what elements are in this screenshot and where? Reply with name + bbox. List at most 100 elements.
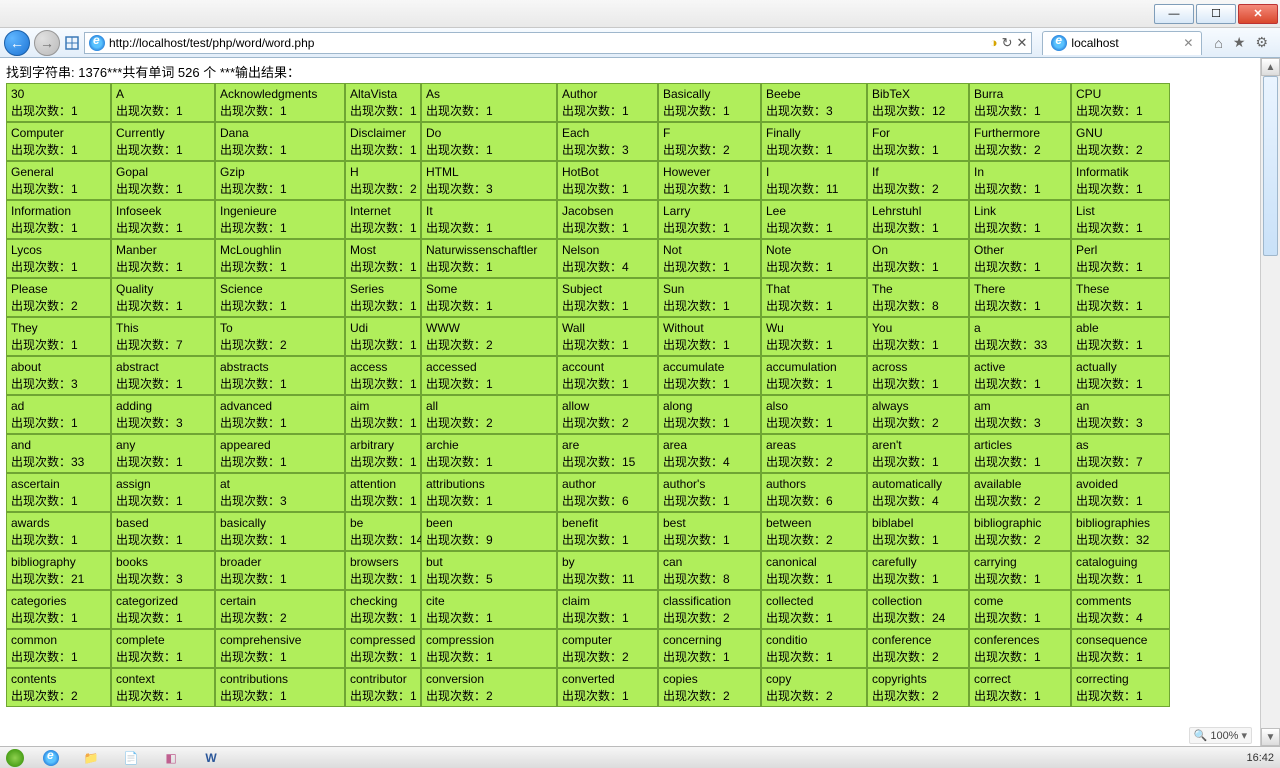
- word-cell: computer出现次数：2: [557, 629, 658, 668]
- word-count: 出现次数：1: [116, 532, 210, 548]
- stop-icon[interactable]: ✕: [1017, 35, 1028, 51]
- zoom-dropdown-icon[interactable]: ▾: [1241, 729, 1247, 742]
- vertical-scrollbar[interactable]: ▲ ▼: [1260, 58, 1280, 746]
- word-label: There: [974, 281, 1066, 297]
- word-cell: Other出现次数：1: [969, 239, 1071, 278]
- window-close-button[interactable]: [1238, 4, 1278, 24]
- word-label: certain: [220, 593, 340, 609]
- word-cell: General出现次数：1: [6, 161, 111, 200]
- word-cell: compression出现次数：1: [421, 629, 557, 668]
- compat-view-icon[interactable]: [64, 35, 80, 51]
- word-cell: conversion出现次数：2: [421, 668, 557, 707]
- word-label: best: [663, 515, 756, 531]
- word-cell: author's出现次数：1: [658, 473, 761, 512]
- word-label: computer: [562, 632, 653, 648]
- window-minimize-button[interactable]: [1154, 4, 1194, 24]
- word-count: 出现次数：1: [220, 571, 340, 587]
- word-cell: If出现次数：2: [867, 161, 969, 200]
- word-count: 出现次数：1: [116, 649, 210, 665]
- back-button[interactable]: ←: [4, 30, 30, 56]
- word-label: Not: [663, 242, 756, 258]
- word-label: along: [663, 398, 756, 414]
- taskbar-app-folder-icon[interactable]: 📁: [78, 749, 104, 767]
- word-label: comprehensive: [220, 632, 340, 648]
- window-maximize-button[interactable]: [1196, 4, 1236, 24]
- tools-icon[interactable]: ⚙: [1255, 34, 1268, 51]
- word-count: 出现次数：1: [426, 610, 552, 626]
- word-count: 出现次数：1: [11, 493, 106, 509]
- word-count: 出现次数：2: [426, 415, 552, 431]
- word-label: based: [116, 515, 210, 531]
- compat-icon[interactable]: ◑: [990, 35, 998, 50]
- word-label: broader: [220, 554, 340, 570]
- word-cell: active出现次数：1: [969, 356, 1071, 395]
- word-count: 出现次数：1: [350, 103, 416, 119]
- word-label: about: [11, 359, 106, 375]
- scroll-down-button[interactable]: ▼: [1261, 728, 1280, 746]
- taskbar-start-icon[interactable]: [6, 749, 24, 767]
- taskbar-app-word-icon[interactable]: W: [198, 749, 224, 767]
- word-label: cite: [426, 593, 552, 609]
- word-count: 出现次数：1: [663, 532, 756, 548]
- address-bar[interactable]: http://localhost/test/php/word/word.php …: [84, 32, 1032, 54]
- word-count: 出现次数：1: [562, 103, 653, 119]
- word-count: 出现次数：1: [872, 142, 964, 158]
- word-label: Lee: [766, 203, 862, 219]
- word-label: Series: [350, 281, 416, 297]
- word-label: correcting: [1076, 671, 1165, 687]
- word-count: 出现次数：3: [426, 181, 552, 197]
- word-count: 出现次数：1: [350, 610, 416, 626]
- word-count: 出现次数：1: [116, 376, 210, 392]
- word-label: am: [974, 398, 1066, 414]
- word-cell: area出现次数：4: [658, 434, 761, 473]
- word-count: 出现次数：1: [562, 298, 653, 314]
- word-count: 出现次数：1: [562, 688, 653, 704]
- word-label: AltaVista: [350, 86, 416, 102]
- scroll-up-button[interactable]: ▲: [1261, 58, 1280, 76]
- scroll-track[interactable]: [1261, 76, 1280, 728]
- word-cell: across出现次数：1: [867, 356, 969, 395]
- word-count: 出现次数：1: [350, 571, 416, 587]
- word-count: 出现次数：1: [1076, 649, 1165, 665]
- word-count: 出现次数：11: [562, 571, 653, 587]
- word-count: 出现次数：1: [350, 142, 416, 158]
- word-count: 出现次数：1: [116, 688, 210, 704]
- tab-localhost[interactable]: localhost ✕: [1042, 31, 1202, 55]
- word-label: Currently: [116, 125, 210, 141]
- word-cell: Beebe出现次数：3: [761, 83, 867, 122]
- word-label: Naturwissenschaftler: [426, 242, 552, 258]
- taskbar-app-ie-icon[interactable]: [38, 749, 64, 767]
- word-label: can: [663, 554, 756, 570]
- word-label: I: [766, 164, 862, 180]
- forward-button[interactable]: →: [34, 30, 60, 56]
- word-count: 出现次数：1: [974, 181, 1066, 197]
- taskbar-app-other-icon[interactable]: ◧: [158, 749, 184, 767]
- word-count: 出现次数：1: [562, 376, 653, 392]
- favorites-icon[interactable]: ★: [1233, 34, 1246, 51]
- refresh-icon[interactable]: ↻: [1002, 35, 1013, 51]
- word-count: 出现次数：33: [974, 337, 1066, 353]
- word-count: 出现次数：1: [11, 337, 106, 353]
- word-label: access: [350, 359, 416, 375]
- word-label: Ingenieure: [220, 203, 340, 219]
- word-count: 出现次数：1: [426, 220, 552, 236]
- word-label: Author: [562, 86, 653, 102]
- zoom-indicator[interactable]: 100% ▾: [1189, 727, 1252, 744]
- word-label: correct: [974, 671, 1066, 687]
- word-cell: Currently出现次数：1: [111, 122, 215, 161]
- word-label: across: [872, 359, 964, 375]
- word-label: Wu: [766, 320, 862, 336]
- word-label: aren't: [872, 437, 964, 453]
- word-label: They: [11, 320, 106, 336]
- taskbar-app-notepad-icon[interactable]: 📄: [118, 749, 144, 767]
- word-count: 出现次数：1: [11, 259, 106, 275]
- word-count: 出现次数：15: [562, 454, 653, 470]
- word-label: bibliographies: [1076, 515, 1165, 531]
- home-icon[interactable]: ⌂: [1214, 35, 1222, 51]
- word-cell: automatically出现次数：4: [867, 473, 969, 512]
- scroll-thumb[interactable]: [1263, 76, 1278, 256]
- word-label: Link: [974, 203, 1066, 219]
- tab-close-icon[interactable]: ✕: [1183, 36, 1193, 50]
- word-label: carefully: [872, 554, 964, 570]
- ie-page-icon: [89, 35, 105, 51]
